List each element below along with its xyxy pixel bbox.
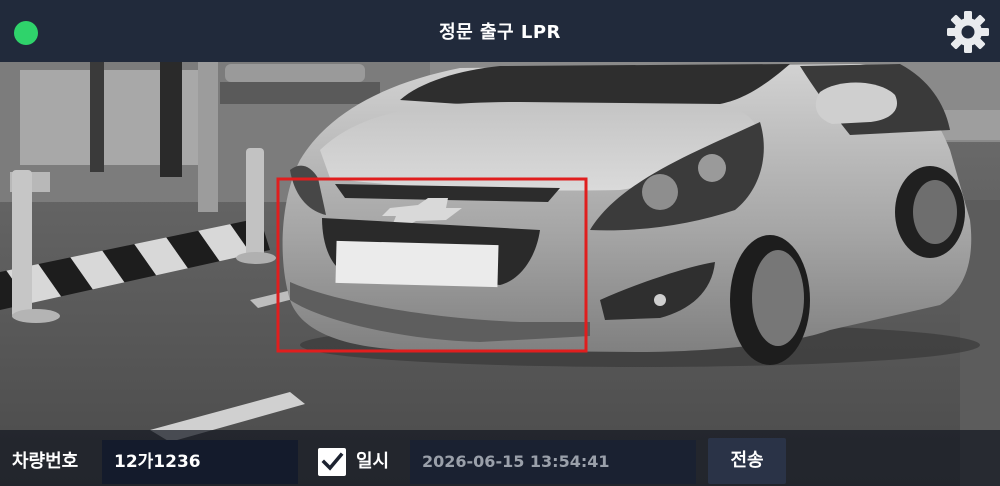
send-button[interactable]: 전송 (708, 438, 786, 484)
datetime-field[interactable]: 2026-06-15 13:54:41 (410, 440, 696, 484)
camera-title: 정문 출구 LPR (439, 22, 561, 43)
title-bar: 정문 출구 LPR (0, 0, 1000, 62)
datetime-label: 일시 (356, 451, 390, 472)
datetime-checkbox[interactable] (318, 448, 346, 476)
vehicle-image (0, 62, 1000, 486)
camera-feed (0, 62, 1000, 486)
gear-icon[interactable] (944, 8, 992, 56)
checkmark-icon (321, 452, 344, 471)
plate-number-field[interactable]: 12가1236 (102, 440, 298, 484)
plate-label: 차량번호 (12, 451, 79, 472)
